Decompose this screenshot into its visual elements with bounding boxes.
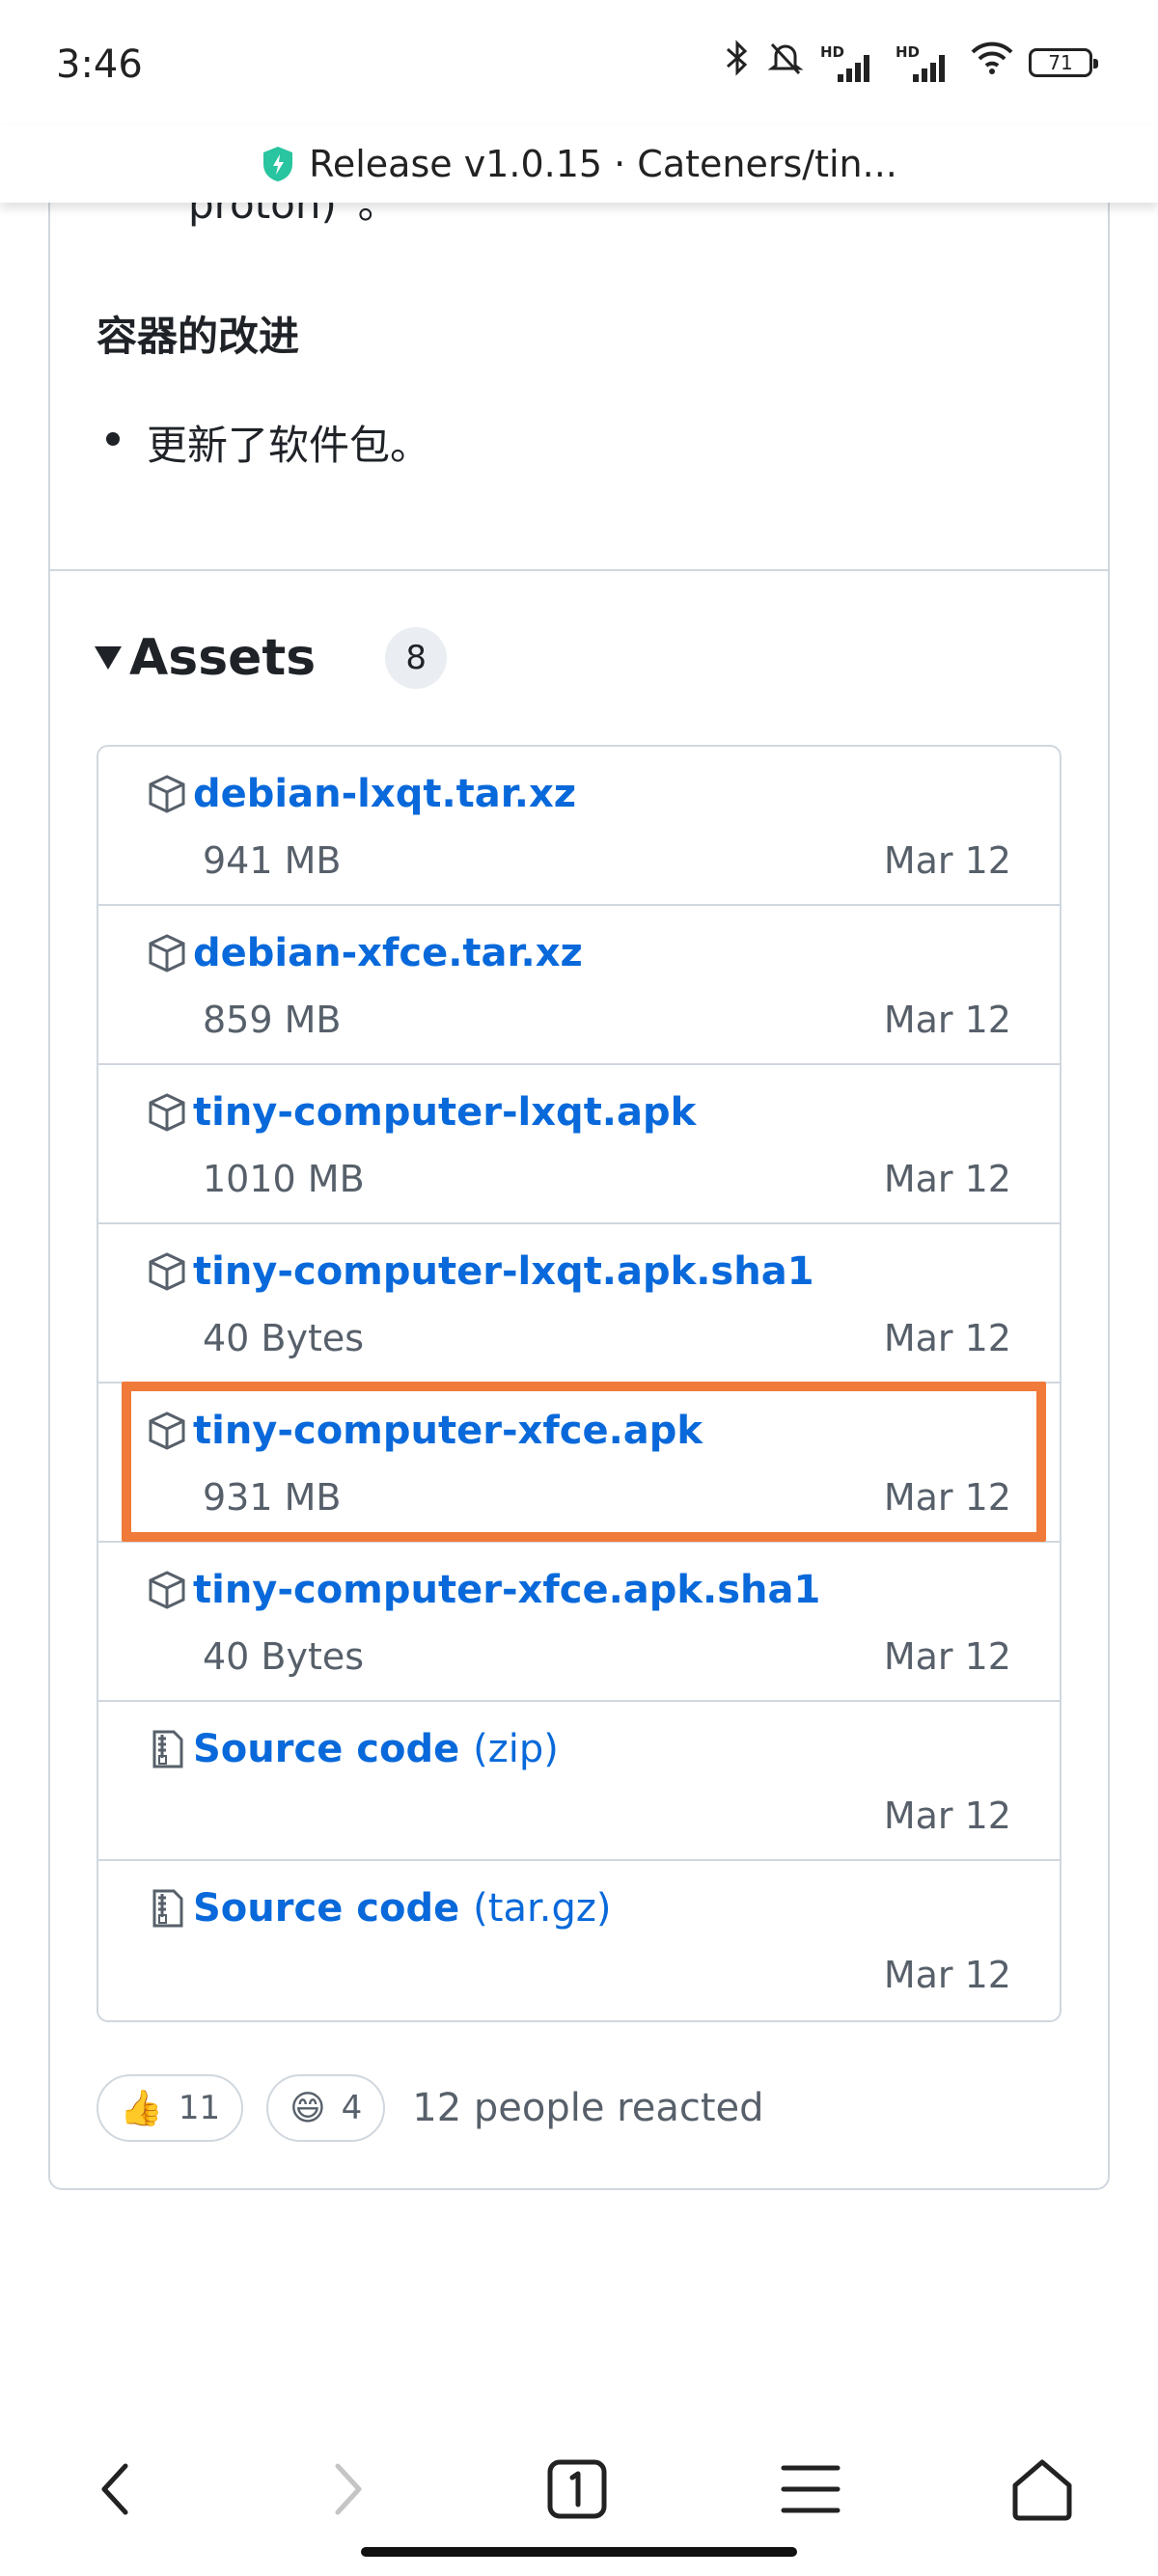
asset-link[interactable]: tiny-computer-xfce.apk.sha1 <box>193 1568 820 1612</box>
home-icon <box>1012 2459 1072 2521</box>
asset-row[interactable]: debian-lxqt.tar.xz 941 MB Mar 12 <box>98 747 1060 906</box>
assets-toggle[interactable]: Assets 8 <box>95 627 448 689</box>
assets-title: Assets <box>129 629 317 687</box>
package-icon <box>149 934 185 973</box>
home-button[interactable] <box>1004 2451 1081 2528</box>
asset-row[interactable]: debian-xfce.tar.xz 859 MB Mar 12 <box>98 906 1060 1065</box>
list-item: 更新了软件包。 <box>105 413 430 472</box>
file-zip-icon <box>152 1730 183 1768</box>
package-icon <box>149 775 185 813</box>
asset-row[interactable]: tiny-computer-lxqt.apk 1010 MB Mar 12 <box>98 1065 1060 1224</box>
thumbs-up-icon: 👍 <box>120 2089 163 2128</box>
chevron-right-icon <box>335 2463 362 2515</box>
menu-icon <box>781 2465 841 2513</box>
asset-size: 40 Bytes <box>203 1635 365 1678</box>
asset-row[interactable]: Source code (zip) Mar 12 <box>98 1702 1060 1861</box>
asset-date: Mar 12 <box>883 1954 1011 1996</box>
tabs-count-icon <box>547 2459 607 2519</box>
asset-date: Mar 12 <box>883 839 1011 882</box>
asset-date: Mar 12 <box>883 1635 1011 1678</box>
menu-button[interactable] <box>772 2451 849 2528</box>
asset-link[interactable]: debian-xfce.tar.xz <box>193 931 583 975</box>
divider <box>48 569 1110 571</box>
section-title: 容器的改进 <box>96 313 300 360</box>
package-icon <box>149 1093 185 1132</box>
assets-count-badge: 8 <box>385 627 448 689</box>
battery-icon: 71 <box>1029 47 1098 77</box>
asset-row[interactable]: tiny-computer-lxqt.apk.sha1 40 Bytes Mar… <box>98 1224 1060 1384</box>
back-button[interactable] <box>77 2451 154 2528</box>
asset-date: Mar 12 <box>883 1158 1011 1200</box>
reaction-thumbs-up[interactable]: 👍 11 <box>96 2074 244 2142</box>
shield-icon <box>263 147 293 181</box>
asset-size: 941 MB <box>203 839 342 882</box>
bluetooth-icon <box>724 39 751 86</box>
asset-link[interactable]: tiny-computer-lxqt.apk.sha1 <box>193 1249 814 1294</box>
smile-icon: 😄 <box>290 2088 326 2128</box>
asset-date: Mar 12 <box>883 1795 1011 1837</box>
reaction-count: 11 <box>178 2089 221 2127</box>
caret-down-icon <box>95 646 122 670</box>
asset-date: Mar 12 <box>883 1317 1011 1359</box>
clock: 3:46 <box>56 42 143 87</box>
signal-hd-icon-2: HD <box>896 43 955 82</box>
url-bar[interactable]: Release v1.0.15 · Cateners/tin... <box>0 125 1158 203</box>
reactions-bar: 👍 11 😄 4 12 people reacted <box>96 2074 764 2142</box>
reaction-smile[interactable]: 😄 4 <box>266 2074 386 2142</box>
reaction-count: 4 <box>341 2089 363 2127</box>
asset-link[interactable]: Source code (zip) <box>193 1727 559 1771</box>
signal-hd-icon: HD <box>820 43 880 82</box>
page-title: Release v1.0.15 · Cateners/tin... <box>309 143 897 185</box>
reaction-summary[interactable]: 12 people reacted <box>412 2086 763 2130</box>
asset-size: 40 Bytes <box>203 1317 365 1359</box>
file-zip-icon <box>152 1889 183 1928</box>
asset-date: Mar 12 <box>883 999 1011 1041</box>
asset-size: 1010 MB <box>203 1158 365 1200</box>
asset-link[interactable]: Source code (tar.gz) <box>193 1886 611 1931</box>
package-icon <box>149 1571 185 1609</box>
tabs-button[interactable] <box>538 2451 616 2528</box>
mute-icon <box>766 39 805 86</box>
forward-button[interactable] <box>309 2451 386 2528</box>
asset-link[interactable]: debian-lxqt.tar.xz <box>193 772 576 816</box>
wifi-icon <box>971 41 1013 84</box>
asset-link[interactable]: tiny-computer-lxqt.apk <box>193 1090 696 1135</box>
asset-row[interactable]: tiny-computer-xfce.apk.sha1 40 Bytes Mar… <box>98 1543 1060 1702</box>
asset-row[interactable]: Source code (tar.gz) Mar 12 <box>98 1861 1060 2020</box>
gesture-bar[interactable] <box>361 2547 797 2557</box>
chevron-left-icon <box>101 2463 128 2515</box>
asset-size: 859 MB <box>203 999 342 1041</box>
status-icons: HD HD 71 <box>724 39 1098 86</box>
package-icon <box>149 1252 185 1291</box>
status-bar: 3:46 HD HD 71 <box>0 0 1158 125</box>
highlight-box <box>122 1382 1046 1542</box>
